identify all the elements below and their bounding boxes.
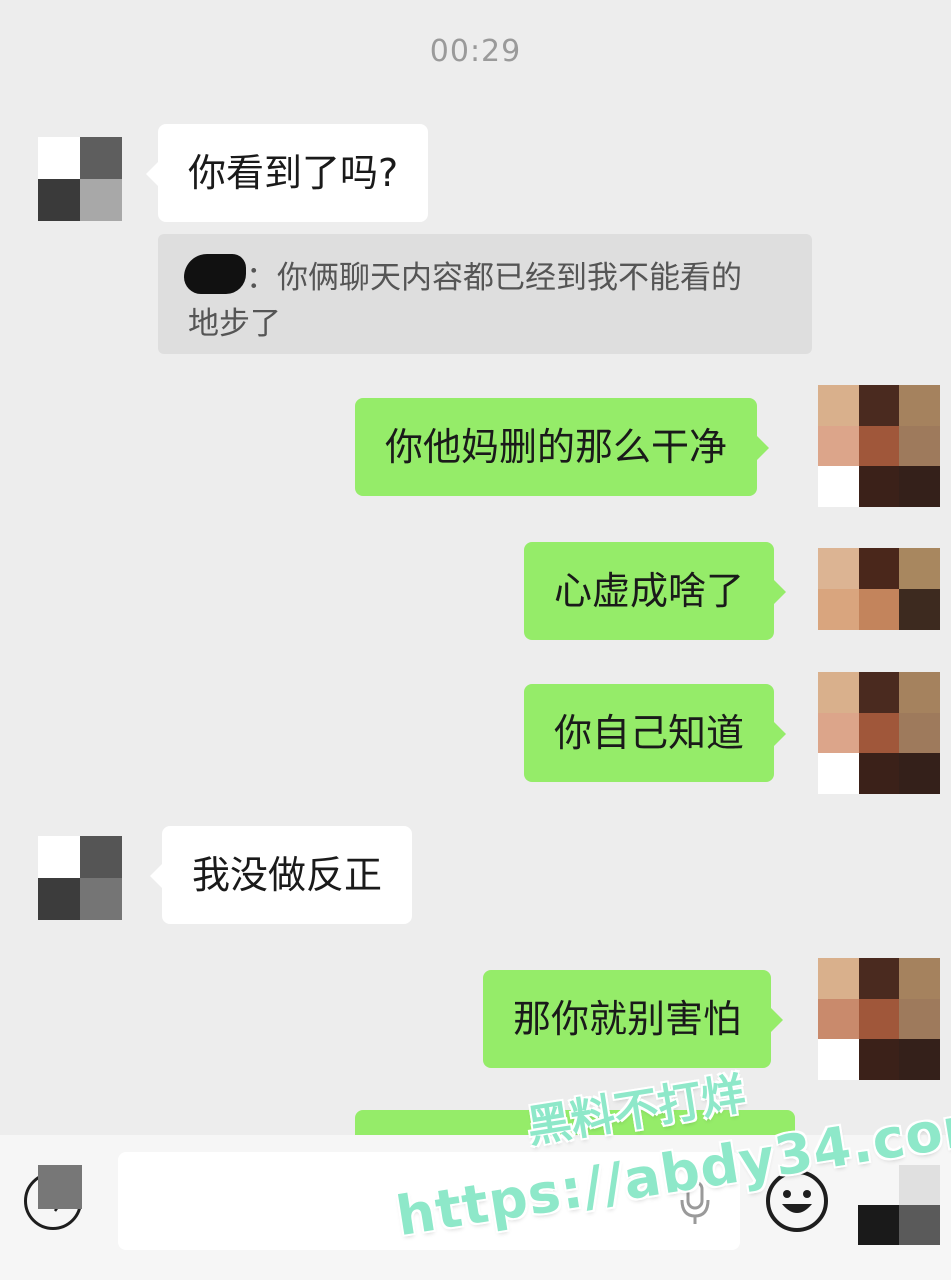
message-bubble-received[interactable]: 我没做反正	[149, 826, 413, 924]
message-bubble-sent[interactable]: 你自己知道	[524, 684, 787, 782]
timestamp: 00:29	[429, 34, 522, 69]
more-button[interactable]	[858, 1165, 940, 1245]
message-bubble-sent[interactable]: 心虚成啥了	[524, 542, 787, 640]
quoted-text-line1: ：你俩聊天内容都已经到我不能看的	[246, 260, 742, 296]
quoted-text-line2: 地步了	[188, 306, 281, 342]
message-bubble-received[interactable]: 你看到了吗?	[145, 124, 429, 222]
redacted-name	[184, 254, 246, 294]
self-avatar[interactable]	[818, 548, 940, 630]
self-avatar[interactable]	[818, 958, 940, 1080]
message-bubble-sent[interactable]: 你他妈删的那么干净	[355, 398, 770, 496]
contact-avatar[interactable]	[38, 137, 122, 221]
quoted-message[interactable]: ：你俩聊天内容都已经到我不能看的 地步了	[158, 234, 812, 354]
message-bubble-sent[interactable]: 那你就别害怕	[483, 970, 784, 1068]
side-thumbnail	[38, 1165, 82, 1209]
self-avatar[interactable]	[818, 672, 940, 794]
contact-avatar[interactable]	[38, 836, 122, 920]
self-avatar[interactable]	[818, 385, 940, 507]
